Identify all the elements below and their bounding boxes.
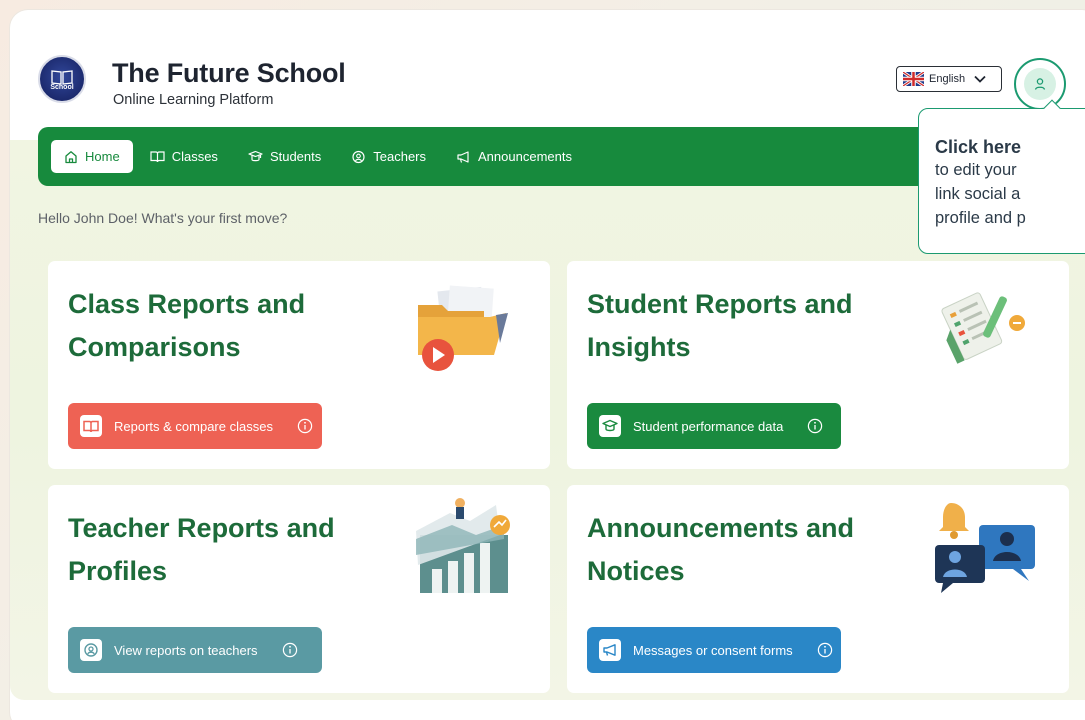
- page-subtitle: Online Learning Platform: [113, 92, 274, 108]
- teacher-icon: [80, 639, 102, 661]
- tooltip-line: to edit your: [935, 161, 1017, 179]
- chevron-down-icon: [974, 75, 986, 83]
- home-icon: [65, 150, 77, 163]
- book-icon: [80, 415, 102, 437]
- teacher-icon: [352, 150, 365, 163]
- nav-item-label: Teachers: [373, 149, 427, 164]
- nav-item-label: Classes: [171, 149, 218, 164]
- language-label: English: [929, 73, 966, 85]
- card-class-reports[interactable]: Class Reports and Comparisons Reports & …: [48, 261, 550, 469]
- card-title: Student Reports and Insights: [587, 289, 853, 362]
- graduation-cap-icon: [248, 150, 263, 161]
- info-icon[interactable]: [297, 418, 313, 434]
- nav-item-home[interactable]: Home: [51, 140, 133, 173]
- checklist-illustration: [941, 292, 1025, 364]
- profile-button[interactable]: [1014, 58, 1066, 110]
- card-title: Teacher Reports and Profiles: [68, 513, 335, 586]
- greeting-text: Hello John Doe! What's your first move?: [38, 210, 288, 226]
- info-icon[interactable]: [807, 418, 823, 434]
- view-reports-on-teachers-button[interactable]: View reports on teachers: [68, 627, 322, 673]
- messages-consent-forms-button[interactable]: Messages or consent forms: [587, 627, 841, 673]
- tooltip-line: link social a: [935, 185, 1021, 203]
- button-label: Reports & compare classes: [114, 418, 273, 434]
- card-teacher-reports[interactable]: Teacher Reports and Profiles View report…: [48, 485, 550, 693]
- info-icon[interactable]: [817, 642, 833, 658]
- uk-flag-icon: [903, 72, 924, 86]
- page-title: The Future School: [112, 58, 346, 88]
- nav-item-teachers[interactable]: Teachers: [338, 140, 439, 173]
- nav-item-students[interactable]: Students: [235, 140, 334, 173]
- nav-item-announcements[interactable]: Announcements: [443, 140, 585, 173]
- nav-item-label: Announcements: [478, 149, 572, 164]
- user-icon: [1034, 78, 1046, 90]
- info-icon[interactable]: [282, 642, 298, 658]
- nav-item-label: Home: [85, 149, 120, 164]
- folder-video-illustration: [418, 285, 508, 371]
- button-label: View reports on teachers: [114, 642, 258, 658]
- tooltip-heading: Click here: [935, 137, 1022, 157]
- teacher-chart-illustration: [416, 498, 510, 593]
- language-select[interactable]: English: [896, 66, 1002, 92]
- megaphone-icon: [457, 150, 469, 163]
- megaphone-icon: [599, 639, 621, 661]
- graduation-cap-icon: [599, 415, 621, 437]
- student-performance-data-button[interactable]: Student performance data: [587, 403, 841, 449]
- profile-tooltip: Click here to edit your link social a pr…: [918, 108, 1085, 254]
- book-icon: [150, 151, 165, 163]
- card-student-reports[interactable]: Student Reports and Insights Student per…: [567, 261, 1069, 469]
- school-logo: School: [38, 55, 86, 103]
- avatar: [1024, 68, 1056, 100]
- nav-item-label: Students: [269, 149, 322, 164]
- reports-compare-classes-button[interactable]: Reports & compare classes: [68, 403, 322, 449]
- card-title: Announcements and Notices: [587, 513, 855, 586]
- card-announcements[interactable]: Announcements and Notices Messages or co…: [567, 485, 1069, 693]
- chat-notification-illustration: [935, 503, 1035, 593]
- card-title: Class Reports and Comparisons: [68, 289, 306, 362]
- button-label: Messages or consent forms: [633, 642, 793, 658]
- tooltip-line: profile and p: [935, 209, 1026, 227]
- logo-label: School: [50, 83, 74, 91]
- nav-item-classes[interactable]: Classes: [137, 140, 231, 173]
- button-label: Student performance data: [633, 418, 784, 434]
